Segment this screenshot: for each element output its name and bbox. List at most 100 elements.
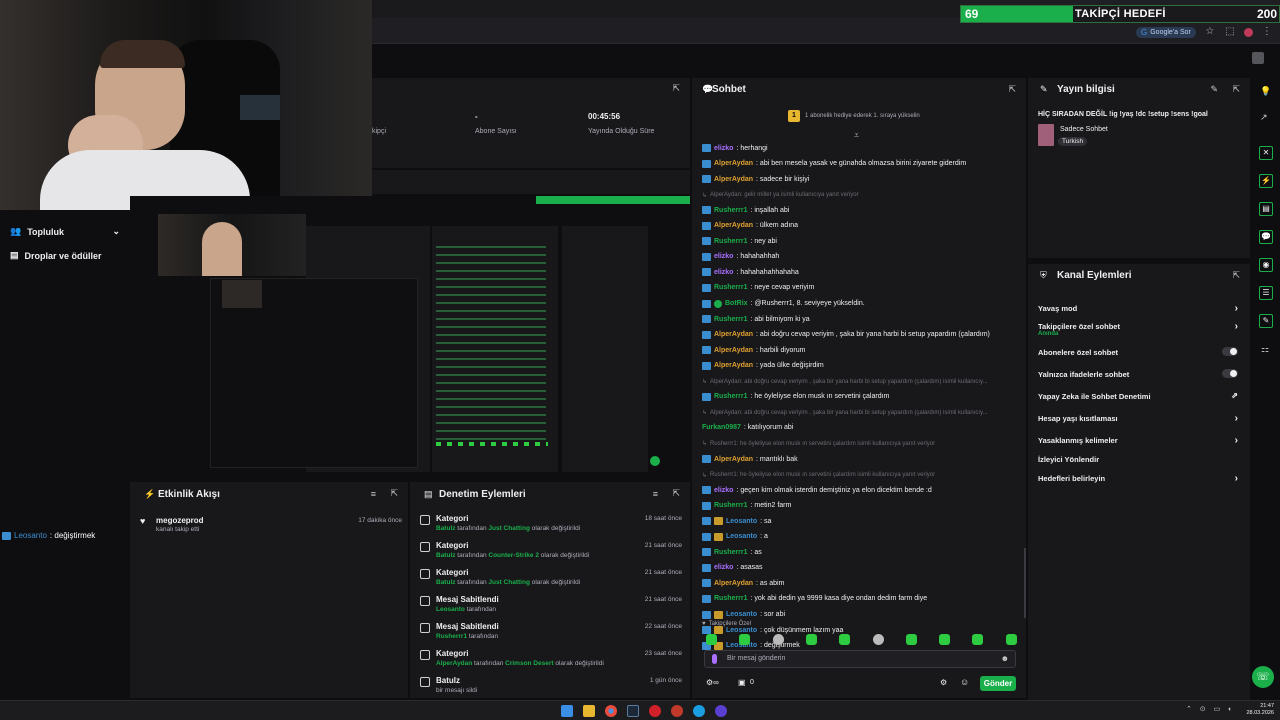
chat-message[interactable]: elizko: herhangi — [702, 144, 768, 152]
channel-action-item[interactable]: Hesap yaşı kısıtlaması › — [1038, 413, 1242, 424]
chat-message[interactable]: elizko: asasas — [702, 563, 763, 572]
chat-username[interactable]: AlperAydan — [714, 160, 753, 167]
channel-action-item[interactable]: Takipçilere özel sohbet Anında › — [1038, 321, 1242, 337]
chat-username[interactable]: Rusherrr1 — [714, 316, 747, 323]
chat-message[interactable]: Leosanto: sa — [702, 517, 771, 526]
channel-action-item[interactable]: Hedefleri belirleyin › — [1038, 473, 1242, 484]
shortcut-icon[interactable]: ↗ — [1260, 112, 1268, 123]
chat-username[interactable]: Rusherrr1 — [714, 238, 747, 245]
popout-icon[interactable]: ⇱ — [1008, 84, 1016, 95]
chat-username[interactable]: Rusherrr1 — [714, 284, 747, 291]
chat-message[interactable]: elizko: geçen kim olmak isterdin demişti… — [702, 486, 932, 495]
list-icon[interactable]: ☰ — [1259, 286, 1273, 300]
send-button[interactable]: Gönder — [980, 676, 1016, 691]
obs-icon[interactable] — [715, 705, 727, 717]
edit-icon[interactable]: ✎ — [1210, 84, 1218, 95]
chat-username[interactable]: AlperAydan — [714, 176, 753, 183]
popout-icon[interactable]: ⇱ — [672, 83, 680, 94]
chat-username[interactable]: elizko — [714, 564, 733, 571]
popout-icon[interactable]: ⇱ — [1232, 84, 1240, 95]
lightbulb-icon[interactable]: 💡 — [1260, 86, 1271, 97]
emote-icon[interactable] — [839, 634, 851, 645]
chat-message[interactable]: AlperAydan: harbili diyorum — [702, 346, 805, 355]
apps-icon[interactable]: ⚏ — [1261, 344, 1269, 355]
channel-action-item[interactable]: İzleyici Yönlendir — [1038, 455, 1242, 464]
chat-username[interactable]: Rusherrr1 — [714, 502, 747, 509]
document-icon[interactable]: ▤ — [1259, 202, 1273, 216]
filter-icon[interactable]: ≡ — [371, 489, 376, 499]
tray-icons[interactable]: ⌃ ⊙ ▭ ◐ — [1186, 705, 1235, 713]
popout-icon[interactable]: ⇱ — [390, 488, 398, 499]
emote-icon[interactable] — [939, 634, 951, 645]
chat-username[interactable]: AlperAydan — [714, 362, 753, 369]
chat-message[interactable]: Leosanto: sor abi — [702, 610, 785, 619]
user-avatar-icon[interactable] — [1252, 52, 1264, 64]
chat-message[interactable]: Rusherrr1: metin2 farm — [702, 501, 791, 510]
chat-message[interactable]: Rusherrr1: yok abi dedin ya 9999 kasa di… — [702, 594, 927, 603]
chat-message[interactable]: Rusherrr1: as — [702, 548, 762, 557]
bolt-icon[interactable]: ⚡ — [1259, 174, 1273, 188]
chat-message[interactable]: elizko: hahahahahhahaha — [702, 268, 799, 277]
chat-message[interactable]: AlperAydan: sadece bir kişiyi — [702, 175, 809, 184]
star-icon[interactable]: ☆ — [1204, 26, 1216, 38]
chat-username[interactable]: Leosanto — [726, 611, 757, 618]
chat-message[interactable]: AlperAydan: mantıklı bak — [702, 455, 798, 463]
wrench-icon[interactable]: ✎ — [1259, 314, 1273, 328]
chat-username[interactable]: BotRix — [725, 300, 748, 307]
chat-username[interactable]: Rusherrr1 — [714, 393, 747, 400]
gift-icon[interactable]: ▣ — [738, 678, 746, 687]
sidebar-item-community[interactable]: 👥 Topluluk ⌄ — [10, 226, 120, 237]
crosshair-icon[interactable]: ✕ — [1259, 146, 1273, 160]
channel-action-item[interactable]: Abonelere özel sohbet — [1038, 347, 1242, 357]
profile-icon[interactable] — [1243, 27, 1253, 37]
chat-message[interactable]: AlperAydan: as abim — [702, 579, 784, 588]
support-chat-button[interactable]: ☏ — [1252, 666, 1274, 688]
chat-icon[interactable]: 💬 — [1259, 230, 1273, 244]
chat-username[interactable]: Leosanto — [726, 627, 757, 634]
points-icon[interactable]: ⚙∞ — [706, 678, 719, 687]
chat-username[interactable]: Leosanto — [726, 518, 757, 525]
edge-icon[interactable] — [693, 705, 705, 717]
chat-username[interactable]: elizko — [714, 145, 733, 152]
chat-message[interactable]: Leosanto: a — [702, 532, 768, 541]
filter-icon[interactable]: ≡ — [653, 489, 658, 499]
chat-username[interactable]: Rusherrr1 — [714, 595, 747, 602]
toggle-switch[interactable] — [1222, 347, 1238, 356]
chat-username[interactable]: elizko — [714, 253, 733, 260]
channel-action-item[interactable]: Yapay Zeka ile Sohbet Denetimi ⇗ — [1038, 391, 1242, 401]
google-sor-button[interactable]: G Google'a Sor — [1136, 26, 1196, 38]
chat-username[interactable]: elizko — [714, 487, 733, 494]
collapse-arrow-icon[interactable]: ⩡ — [854, 130, 859, 141]
emote-icon[interactable] — [872, 634, 884, 645]
chat-input[interactable]: Bir mesaj gönderin ☻ — [704, 650, 1016, 668]
chat-username[interactable]: Furkan0987 — [702, 424, 741, 431]
file-explorer-icon[interactable] — [583, 705, 595, 717]
chat-username[interactable]: AlperAydan — [714, 456, 753, 463]
chat-username[interactable]: Rusherrr1 — [714, 549, 747, 556]
chat-message[interactable]: BotRix: @Rusherrr1, 8. seviyeye yükseldi… — [702, 299, 865, 308]
emote-icon[interactable] — [1005, 634, 1017, 645]
chat-username[interactable]: elizko — [714, 269, 733, 276]
sidebar-item-drops[interactable]: ▤ Droplar ve ödüller — [10, 250, 102, 261]
chat-username[interactable]: AlperAydan — [714, 331, 753, 338]
pinned-gift-banner[interactable]: 1 1 abonelik hediye ederek 1. sıraya yük… — [788, 110, 920, 122]
emote-icon[interactable] — [972, 634, 984, 645]
chat-message[interactable]: AlperAydan: ülkem adına — [702, 221, 798, 230]
chat-username[interactable]: Leosanto — [726, 533, 757, 540]
menu-icon[interactable]: ⋮ — [1261, 26, 1273, 38]
chat-message[interactable]: Rusherrr1: inşallah abi — [702, 206, 789, 215]
popout-icon[interactable]: ⇱ — [672, 488, 680, 499]
chat-username[interactable]: AlperAydan — [714, 580, 753, 587]
start-icon[interactable] — [561, 705, 573, 717]
channel-action-item[interactable]: Yavaş mod › — [1038, 303, 1242, 314]
chat-message[interactable]: AlperAydan: yada ülke değişirdim — [702, 361, 824, 370]
emote-icon[interactable] — [772, 634, 784, 645]
chat-message[interactable]: AlperAydan: abi ben mesela yasak ve güna… — [702, 159, 966, 168]
chat-message[interactable]: Rusherrr1: ney abi — [702, 237, 777, 246]
chat-username[interactable]: Rusherrr1 — [714, 207, 747, 214]
channel-action-item[interactable]: Yalnızca ifadelerle sohbet — [1038, 369, 1242, 379]
emote-icon[interactable] — [739, 634, 751, 645]
chat-username[interactable]: AlperAydan — [714, 222, 753, 229]
chat-message[interactable]: Leosanto: çok düşünmem lazım yaa — [702, 626, 843, 635]
opera-icon[interactable] — [649, 705, 661, 717]
